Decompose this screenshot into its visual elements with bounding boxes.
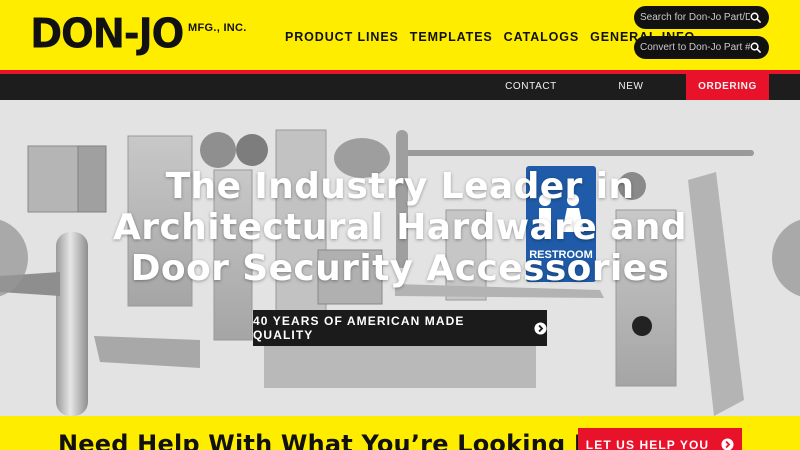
arrow-circle-icon: [721, 438, 734, 450]
help-banner: Need Help With What You’re Looking For? …: [0, 416, 800, 450]
help-heading: Need Help With What You’re Looking For?: [58, 430, 633, 450]
let-us-help-button[interactable]: LET US HELP YOU: [578, 428, 742, 450]
donjo-logo[interactable]: DON-JO MFG., INC.: [30, 10, 247, 59]
ordering-link[interactable]: ORDERING: [686, 74, 769, 100]
logo-wordmark: DON-JO: [30, 10, 185, 59]
nav-catalogs[interactable]: CATALOGS: [504, 30, 579, 44]
part-search-box: [634, 6, 769, 29]
site-header: DON-JO MFG., INC. PRODUCT LINES TEMPLATE…: [0, 0, 800, 70]
hero-cta-label: 40 YEARS OF AMERICAN MADE QUALITY: [253, 314, 465, 342]
search-icon[interactable]: [750, 12, 761, 23]
american-quality-button[interactable]: 40 YEARS OF AMERICAN MADE QUALITY: [253, 310, 547, 346]
part-search-input[interactable]: [640, 12, 750, 23]
main-nav: PRODUCT LINES TEMPLATES CATALOGS GENERAL…: [285, 30, 695, 44]
nav-product-lines[interactable]: PRODUCT LINES: [285, 30, 399, 44]
arrow-circle-icon: [534, 321, 547, 335]
hero-banner: RESTROOM The Industry Leader in Architec…: [0, 100, 800, 416]
hero-headline: The Industry Leader in Architectural Har…: [113, 166, 687, 289]
logo-suffix: MFG., INC.: [188, 22, 247, 34]
new-products-link[interactable]: NEW PRODUCTS: [588, 74, 674, 118]
help-button-label: LET US HELP YOU: [585, 438, 710, 450]
utility-nav: CONTACT US NEW PRODUCTS ORDERING: [0, 74, 800, 118]
convert-part-box: [634, 36, 769, 59]
convert-part-input[interactable]: [640, 42, 750, 53]
nav-templates[interactable]: TEMPLATES: [410, 30, 493, 44]
search-icon[interactable]: [750, 42, 761, 53]
contact-us-link[interactable]: CONTACT US: [497, 74, 565, 118]
